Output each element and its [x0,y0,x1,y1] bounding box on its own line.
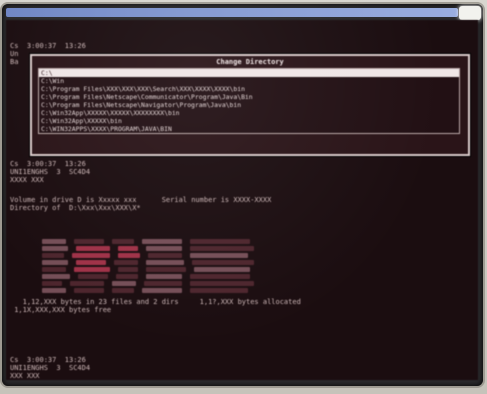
listing-cell [194,267,250,272]
directory-list-item[interactable]: C:\WIN32APPS\XXXX\PROGRAM\JAVA\BIN [39,125,459,133]
listing-cell [42,288,66,293]
listing-cell [144,281,182,286]
listing-cell [42,267,66,272]
listing-cell [146,267,186,272]
table-row [42,273,402,280]
listing-cell [192,260,254,265]
listing-cell [42,246,68,251]
directory-list[interactable]: C:\ C:\Win C:\Program Files\XXX\XXX\XXX\Se… [38,68,460,134]
listing-cell [142,239,182,244]
console-screen: Cs 3:00:37 13:26 Un Ba Change Directory … [6,20,478,380]
table-row [42,238,402,245]
listing-cell [190,281,254,286]
listing-cell [76,246,110,251]
listing-cell [74,267,110,272]
table-row [42,259,402,266]
listing-cell [42,253,64,258]
change-directory-dialog: Change Directory C:\ C:\Win C:\Program Fil… [30,54,470,156]
directory-list-item[interactable]: C:\Program Files\Netscape\Communicator\P… [39,93,459,101]
terminal-text-volume: Volume in drive D is Xxxxx xxx Serial nu… [10,196,272,212]
listing-cell [74,239,104,244]
listing-cell [142,288,182,293]
terminal-text-summary: 1,12,XXX bytes in 23 files and 2 dirs 1,… [14,298,301,314]
table-row [42,287,402,294]
listing-cell [190,246,254,251]
listing-cell [118,246,138,251]
listing-cell [42,274,70,279]
listing-cell [112,281,136,286]
terminal-text-prompt: Cs 3:00:37 13:26 UNI1ENGHS 3 SC4D4 XXX X… [10,356,91,380]
table-row [42,266,402,273]
terminal-text-status: Cs 3:00:37 13:26 UNI1ENGHS 3 SC4D4 XXXX … [10,160,91,184]
listing-cell [118,253,140,258]
dialog-title: Change Directory [216,58,284,66]
listing-cell [146,274,182,279]
listing-cell [70,281,104,286]
directory-list-item[interactable]: C:\Win [39,77,459,85]
listing-cell [74,288,104,293]
listing-cell [114,260,138,265]
listing-cell [42,281,62,286]
listing-cell [42,260,68,265]
directory-list-item[interactable]: C:\Program Files\XXX\XXX\XXX\Search\XXX\… [39,85,459,93]
file-listing [42,238,402,294]
listing-cell [190,274,250,279]
table-row [42,280,402,287]
listing-cell [72,253,110,258]
listing-cell [78,274,108,279]
listing-cell [190,239,250,244]
listing-cell [76,260,106,265]
directory-list-item[interactable]: C:\Win32App\XXXXX\XXXXX\XXXXXXXX\bin [39,109,459,117]
window-titlebar [6,8,458,17]
directory-list-item[interactable]: C:\Program Files\Netscape\Navigator\Prog… [39,101,459,109]
listing-cell [116,274,138,279]
listing-cell [190,253,248,258]
directory-list-item[interactable]: C:\Win32App\XXXXX\bin [39,117,459,125]
window-close-button[interactable] [459,6,481,20]
listing-cell [42,239,66,244]
listing-cell [148,253,182,258]
listing-cell [146,246,182,251]
listing-cell [118,267,138,272]
listing-cell [146,260,184,265]
table-row [42,252,402,259]
listing-cell [112,239,134,244]
table-row [42,245,402,252]
listing-cell [112,288,134,293]
directory-list-item[interactable]: C:\ [39,69,459,77]
listing-cell [190,288,248,293]
